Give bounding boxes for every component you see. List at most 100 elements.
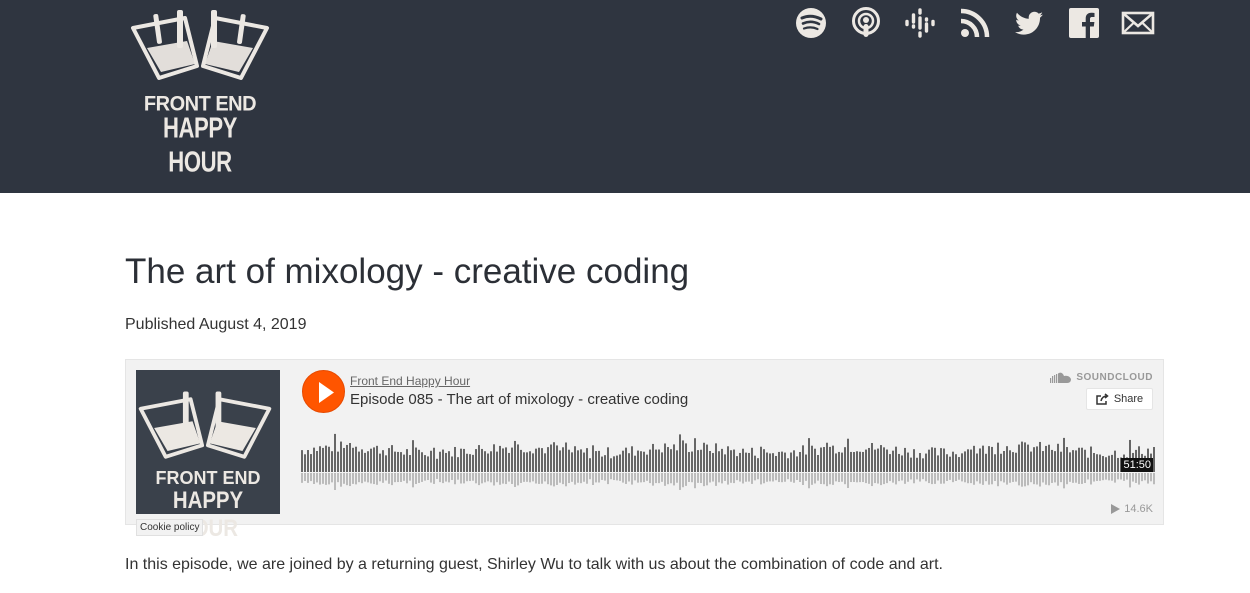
- google-podcasts-link[interactable]: [903, 6, 937, 40]
- waveform-bar: [988, 446, 990, 472]
- artist-link[interactable]: Front End Happy Hour: [350, 374, 470, 388]
- waveform-reflection: [946, 473, 948, 481]
- waveform-reflection: [1147, 473, 1149, 484]
- waveform-bar: [697, 450, 699, 472]
- waveform-bar: [310, 454, 312, 472]
- waveform-reflection: [430, 473, 432, 483]
- waveform-reflection: [931, 473, 933, 485]
- waveform-reflection: [874, 473, 876, 484]
- waveform-bar: [625, 447, 627, 472]
- facebook-link[interactable]: [1067, 6, 1101, 40]
- waveform-bar: [853, 452, 855, 472]
- waveform-bar: [793, 450, 795, 472]
- email-link[interactable]: [1121, 6, 1155, 40]
- waveform-reflection: [904, 473, 906, 484]
- track-title[interactable]: Episode 085 - The art of mixology - crea…: [350, 391, 688, 408]
- waveform-reflection: [427, 473, 429, 481]
- soundcloud-brand[interactable]: SOUNDCLOUD: [1050, 372, 1153, 383]
- waveform-bar: [1030, 451, 1032, 472]
- waveform-reflection: [1117, 473, 1119, 480]
- waveform-bar: [520, 449, 522, 472]
- waveform-reflection: [976, 473, 978, 482]
- waveform-bar: [487, 453, 489, 472]
- waveform-bar: [412, 440, 414, 472]
- waveform-reflection: [733, 473, 735, 484]
- episode-artwork[interactable]: FRONT END HAPPY HOUR Cookie policy: [136, 370, 280, 542]
- waveform-bar: [598, 450, 600, 472]
- site-logo[interactable]: FRONT END HAPPY HOUR: [125, 8, 275, 178]
- twitter-icon: [1015, 11, 1043, 35]
- waveform-reflection: [886, 473, 888, 484]
- waveform-reflection: [829, 473, 831, 485]
- waveform-bar: [826, 442, 828, 472]
- waveform-bar: [829, 446, 831, 472]
- waveform-reflection: [355, 473, 357, 485]
- waveform[interactable]: [301, 432, 1155, 490]
- waveform-reflection: [748, 473, 750, 482]
- logo-text-line2: HAPPY HOUR: [162, 110, 238, 178]
- waveform-bar: [652, 443, 654, 472]
- spotify-link[interactable]: [794, 6, 828, 40]
- waveform-bar: [523, 452, 525, 472]
- waveform-bar: [1021, 441, 1023, 472]
- waveform-bar: [382, 450, 384, 472]
- waveform-reflection: [607, 473, 609, 485]
- waveform-bar: [937, 455, 939, 472]
- waveform-reflection: [907, 473, 909, 482]
- waveform-bar: [841, 452, 843, 472]
- waveform-reflection: [1153, 473, 1155, 485]
- waveform-reflection: [1006, 473, 1008, 485]
- twitter-link[interactable]: [1012, 6, 1046, 40]
- waveform-reflection: [367, 473, 369, 483]
- waveform-bar: [769, 453, 771, 472]
- waveform-reflection: [1114, 473, 1116, 483]
- waveform-reflection: [592, 473, 594, 486]
- waveform-bar: [667, 447, 669, 472]
- waveform-bar: [430, 450, 432, 472]
- waveform-bar: [580, 449, 582, 472]
- apple-podcasts-link[interactable]: [849, 6, 883, 40]
- share-button[interactable]: Share: [1086, 388, 1153, 410]
- waveform-reflection: [826, 473, 828, 487]
- waveform-reflection: [544, 473, 546, 482]
- waveform-bar: [325, 445, 327, 472]
- waveform-reflection: [1105, 473, 1107, 480]
- waveform-reflection: [772, 473, 774, 482]
- waveform-bar: [610, 458, 612, 472]
- waveform-reflection: [850, 473, 852, 483]
- waveform-bar: [559, 450, 561, 472]
- waveform-bar: [376, 445, 378, 472]
- play-button[interactable]: [302, 370, 345, 413]
- waveform-bar: [1102, 456, 1104, 472]
- waveform-bar: [643, 451, 645, 472]
- waveform-reflection: [406, 473, 408, 484]
- glasses-logo-icon: [138, 391, 272, 459]
- waveform-bar: [568, 449, 570, 472]
- rss-link[interactable]: [958, 6, 992, 40]
- waveform-reflection: [631, 473, 633, 485]
- waveform-reflection: [628, 473, 630, 482]
- waveform-bar: [805, 454, 807, 472]
- waveform-reflection: [1129, 473, 1131, 488]
- cookie-policy-link[interactable]: Cookie policy: [136, 519, 204, 536]
- waveform-reflection: [562, 473, 564, 485]
- waveform-reflection: [1126, 473, 1128, 480]
- waveform-bar: [634, 455, 636, 472]
- waveform-reflection: [808, 473, 810, 489]
- waveform-bar: [715, 443, 717, 472]
- waveform-reflection: [643, 473, 645, 483]
- waveform-bar: [736, 456, 738, 472]
- waveform-bar: [589, 458, 591, 472]
- waveform-reflection: [451, 473, 453, 480]
- waveform-reflection: [376, 473, 378, 485]
- waveform-reflection: [673, 473, 675, 486]
- waveform-bar: [670, 449, 672, 472]
- waveform-reflection: [1108, 473, 1110, 481]
- waveform-bar: [700, 449, 702, 472]
- waveform-bar: [1072, 450, 1074, 472]
- waveform-reflection: [475, 473, 477, 484]
- waveform-reflection: [358, 473, 360, 483]
- waveform-reflection: [550, 473, 552, 486]
- waveform-bar: [727, 446, 729, 472]
- waveform-bar: [1108, 455, 1110, 472]
